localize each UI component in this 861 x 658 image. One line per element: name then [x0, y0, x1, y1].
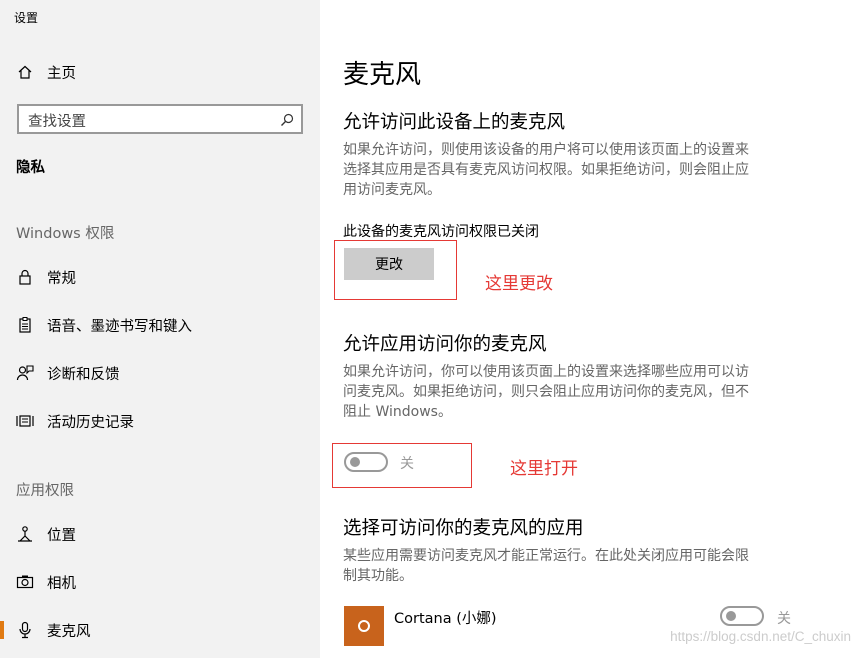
app-access-description: 如果允许访问，你可以使用该页面上的设置来选择哪些应用可以访 问麦克风。如果拒绝访… — [343, 362, 788, 422]
camera-icon — [16, 573, 34, 591]
feedback-person-icon — [16, 364, 34, 382]
desc-line: 如果允许访问，则使用该设备的用户将可以使用该页面上的设置来 — [343, 142, 749, 158]
toggle-knob — [726, 611, 736, 621]
annotation-change-here: 这里更改 — [485, 274, 553, 294]
desc-line: 阻止 Windows。 — [343, 404, 452, 420]
sidebar-item-label: 语音、墨迹书写和键入 — [47, 318, 192, 335]
device-access-status: 此设备的麦克风访问权限已关闭 — [343, 224, 539, 240]
sidebar-item-label: 诊断和反馈 — [47, 366, 120, 383]
clipboard-icon — [16, 316, 34, 334]
desc-line: 如果允许访问，你可以使用该页面上的设置来选择哪些应用可以访 — [343, 364, 749, 380]
app-name: Cortana (小娜) — [394, 611, 497, 627]
annotation-box-toggle — [332, 443, 472, 488]
choose-apps-description: 某些应用需要访问麦克风才能正常运行。在此处关闭应用可能会限 制其功能。 — [343, 546, 788, 586]
sidebar-item-label: 相机 — [47, 575, 76, 592]
device-access-description: 如果允许访问，则使用该设备的用户将可以使用该页面上的设置来 选择其应用是否具有麦… — [343, 140, 788, 200]
cortana-toggle[interactable] — [720, 606, 764, 626]
search-placeholder: 查找设置 — [28, 114, 86, 130]
sidebar-item-label: 麦克风 — [47, 623, 91, 640]
main-content: 麦克风 允许访问此设备上的麦克风 如果允许访问，则使用该设备的用户将可以使用该页… — [320, 0, 861, 658]
search-icon[interactable] — [279, 112, 295, 128]
watermark: https://blog.csdn.net/C_chuxin — [670, 629, 851, 644]
windows-permissions-header: Windows 权限 — [16, 226, 115, 242]
desc-line: 问麦克风。如果拒绝访问，则只会阻止应用访问你的麦克风，但不 — [343, 384, 749, 400]
sidebar-item-microphone[interactable]: 麦克风 — [0, 612, 320, 648]
window-title: 设置 — [14, 11, 39, 25]
activity-history-icon — [16, 412, 34, 430]
desc-line: 制其功能。 — [343, 568, 413, 584]
sidebar-item-location[interactable]: 位置 — [0, 516, 320, 552]
sidebar-item-general[interactable]: 常规 — [0, 259, 320, 295]
app-permissions-header: 应用权限 — [16, 483, 74, 499]
lock-icon — [16, 268, 34, 286]
page-title: 麦克风 — [343, 60, 422, 90]
cortana-icon — [344, 606, 384, 646]
desc-line: 用访问麦克风。 — [343, 182, 441, 198]
cortana-toggle-label: 关 — [777, 611, 791, 627]
sidebar-item-speech[interactable]: 语音、墨迹书写和键入 — [0, 307, 320, 343]
home-icon — [16, 63, 34, 81]
sidebar-item-label: 活动历史记录 — [47, 414, 134, 431]
desc-line: 某些应用需要访问麦克风才能正常运行。在此处关闭应用可能会限 — [343, 548, 749, 564]
microphone-icon — [16, 621, 34, 639]
sidebar-item-label: 主页 — [47, 65, 76, 82]
settings-sidebar: 设置 主页 查找设置 隐私 Windows 权限 常规 语音、墨迹书写和键入 诊… — [0, 0, 320, 658]
sidebar-item-home[interactable]: 主页 — [0, 54, 320, 90]
sidebar-item-label: 常规 — [47, 270, 76, 287]
sidebar-item-diagnostics[interactable]: 诊断和反馈 — [0, 355, 320, 391]
sidebar-item-label: 位置 — [47, 527, 76, 544]
annotation-box-change — [334, 240, 457, 300]
privacy-header: 隐私 — [16, 160, 45, 176]
location-icon — [16, 525, 34, 543]
app-access-heading: 允许应用访问你的麦克风 — [343, 334, 547, 355]
search-input[interactable]: 查找设置 — [17, 104, 303, 134]
sidebar-item-activity-history[interactable]: 活动历史记录 — [0, 403, 320, 439]
choose-apps-heading: 选择可访问你的麦克风的应用 — [343, 518, 584, 539]
device-access-heading: 允许访问此设备上的麦克风 — [343, 112, 566, 133]
annotation-open-here: 这里打开 — [510, 459, 578, 479]
desc-line: 选择其应用是否具有麦克风访问权限。如果拒绝访问，则会阻止应 — [343, 162, 749, 178]
sidebar-item-camera[interactable]: 相机 — [0, 564, 320, 600]
